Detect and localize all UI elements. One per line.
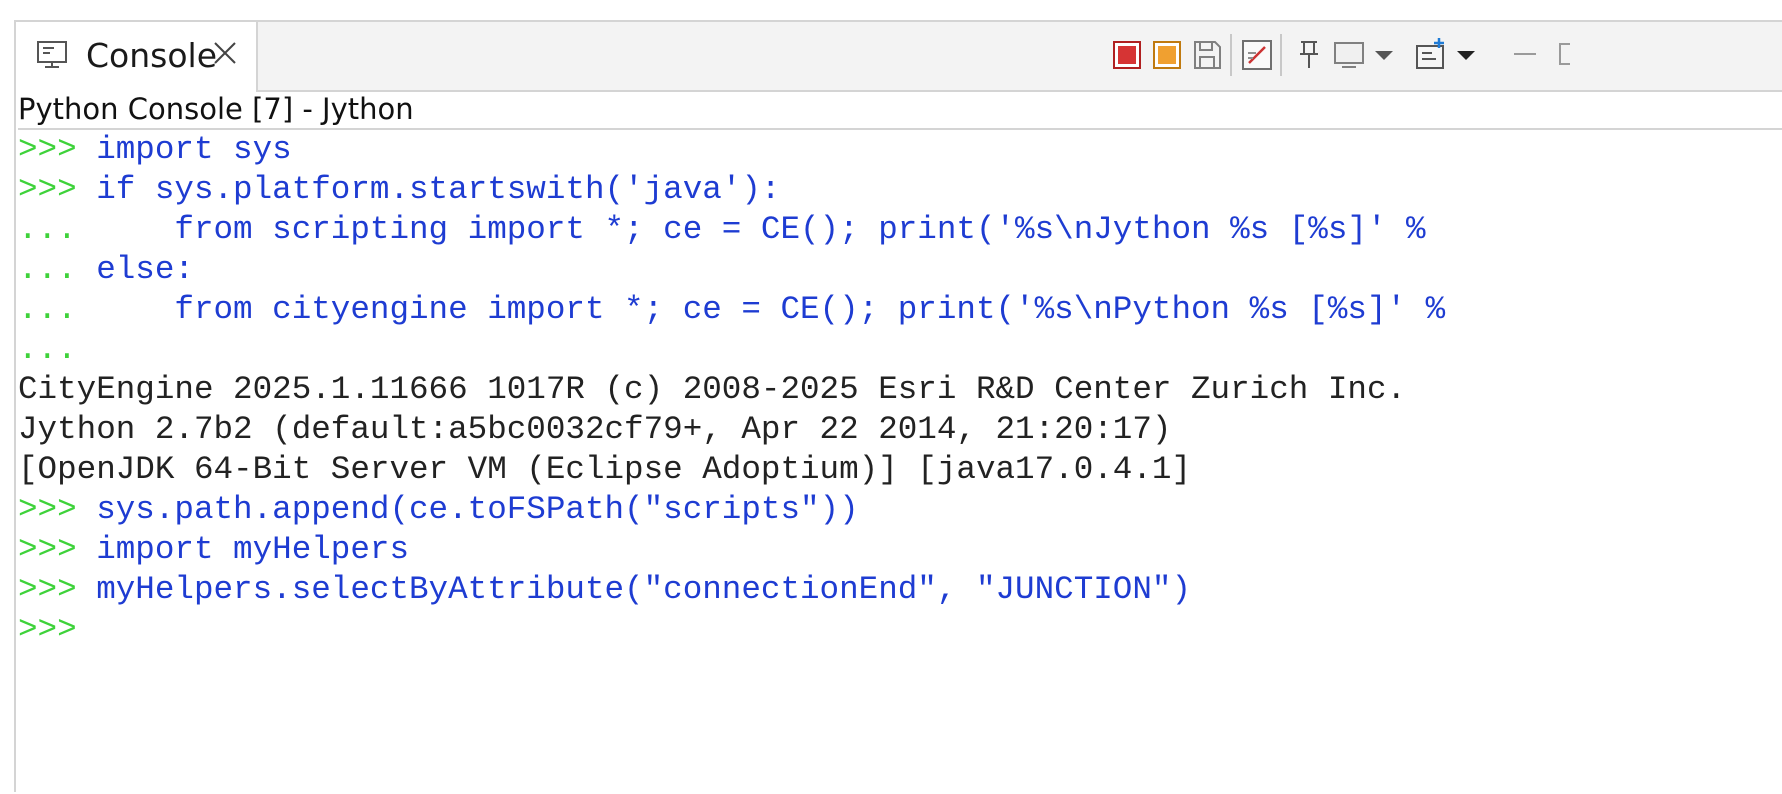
console-line: Jython 2.7b2 (default:a5bc0032cf79+, Apr… <box>18 410 1171 450</box>
console-toolbar <box>16 22 1782 88</box>
console-prompt: >>> <box>18 571 97 608</box>
maximize-icon[interactable] <box>1556 36 1570 72</box>
console-title: Python Console [7] - Jython <box>18 90 1782 130</box>
console-prompt: ... <box>18 251 97 288</box>
console-input-text: import sys <box>96 131 292 168</box>
console-prompt: ... <box>18 211 97 248</box>
console-prompt: >>> <box>18 531 97 568</box>
toolbar-separator <box>1280 34 1282 76</box>
console-prompt: >>> <box>18 491 97 528</box>
view-tab-bar: Console <box>16 22 1782 92</box>
console-input-text: from cityengine import *; ce = CE(); pri… <box>96 291 1446 328</box>
open-console-dropdown-icon[interactable] <box>1454 36 1478 72</box>
console-output-text: [OpenJDK 64-Bit Server VM (Eclipse Adopt… <box>18 451 1192 488</box>
minimize-icon[interactable] <box>1510 36 1540 72</box>
console-prompt: ... <box>18 291 97 328</box>
console-line: >>> import myHelpers <box>18 530 409 570</box>
console-input-text: from scripting import *; ce = CE(); prin… <box>96 211 1426 248</box>
console-input-text: else: <box>96 251 194 288</box>
pin-console-icon[interactable] <box>1292 36 1326 72</box>
display-selected-console-icon[interactable] <box>1332 36 1366 72</box>
save-icon[interactable] <box>1190 36 1224 72</box>
console-line: ... from scripting import *; ce = CE(); … <box>18 210 1426 250</box>
console-line: >>> if sys.platform.startswith('java'): <box>18 170 780 210</box>
console-line: [OpenJDK 64-Bit Server VM (Eclipse Adopt… <box>18 450 1191 490</box>
console-line: ... else: <box>18 250 194 290</box>
console-line: >>> myHelpers.selectByAttribute("connect… <box>18 570 1191 610</box>
console-prompt: >>> <box>18 131 97 168</box>
display-console-dropdown-icon[interactable] <box>1372 36 1396 72</box>
console-prompt: >>> <box>18 611 77 648</box>
console-prompt: ... <box>18 331 77 368</box>
console-input-text: import myHelpers <box>96 531 410 568</box>
console-view: Console Python Console [7] - Jython >>> … <box>14 20 1782 792</box>
console-line: >>> sys.path.append(ce.toFSPath("scripts… <box>18 490 859 530</box>
toolbar-separator <box>1230 34 1232 76</box>
console-line: ... from cityengine import *; ce = CE();… <box>18 290 1445 330</box>
console-output-text: Jython 2.7b2 (default:a5bc0032cf79+, Apr… <box>18 411 1172 448</box>
console-input-text: myHelpers.selectByAttribute("connectionE… <box>96 571 1192 608</box>
remove-launch-icon[interactable] <box>1150 36 1184 72</box>
clear-console-icon[interactable] <box>1240 36 1274 72</box>
console-output[interactable]: >>> import sys >>> if sys.platform.starts… <box>18 130 1782 794</box>
open-console-icon[interactable] <box>1414 36 1448 72</box>
console-input-text: if sys.platform.startswith('java'): <box>96 171 781 208</box>
console-line: CityEngine 2025.1.11666 1017R (c) 2008-2… <box>18 370 1406 410</box>
console-line: ... <box>18 330 77 370</box>
console-input-text: sys.path.append(ce.toFSPath("scripts")) <box>96 491 859 528</box>
console-prompt: >>> <box>18 171 97 208</box>
console-line: >>> import sys <box>18 130 292 170</box>
console-output-text: CityEngine 2025.1.11666 1017R (c) 2008-2… <box>18 371 1407 408</box>
console-line: >>> <box>18 610 77 650</box>
terminate-icon[interactable] <box>1110 36 1144 72</box>
